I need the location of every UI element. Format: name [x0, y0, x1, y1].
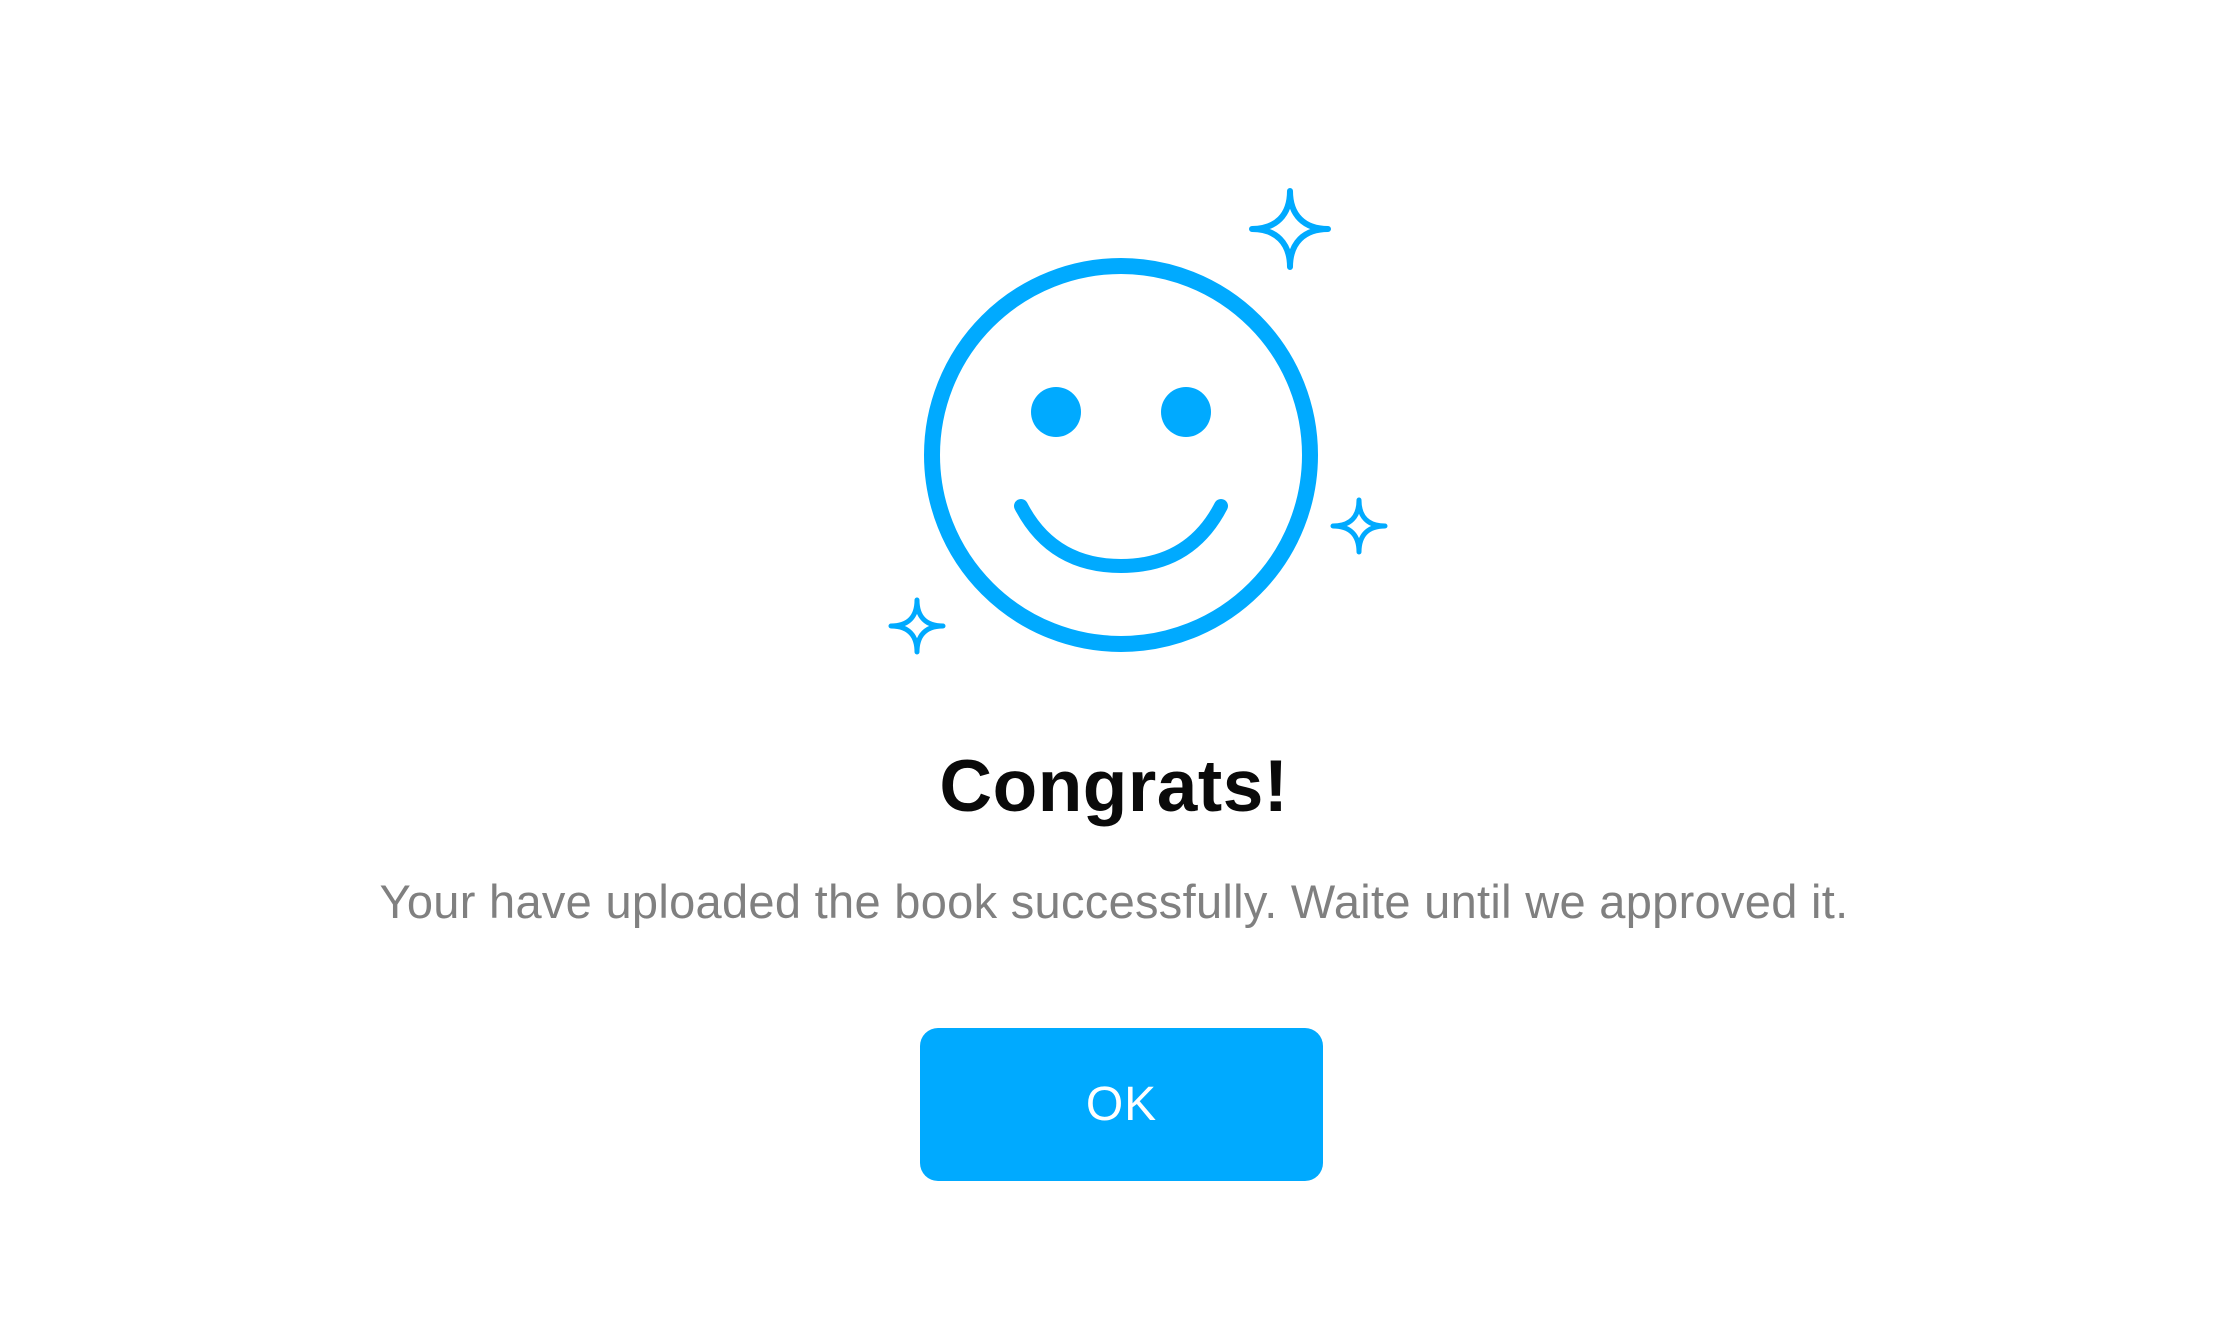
sparkle-icon: [888, 597, 946, 655]
dialog-message: Your have uploaded the book successfully…: [379, 875, 1849, 928]
success-illustration-graphic: [888, 188, 1388, 655]
smiley-face-icon: [924, 258, 1318, 652]
sparkle-icon: [1330, 497, 1388, 555]
success-dialog: Congrats! Your have uploaded the book su…: [0, 0, 2228, 1336]
ok-button[interactable]: OK: [920, 1028, 1323, 1181]
dialog-title: Congrats!: [939, 746, 1289, 827]
sparkle-icon: [1249, 188, 1331, 270]
success-illustration: [880, 180, 1400, 670]
